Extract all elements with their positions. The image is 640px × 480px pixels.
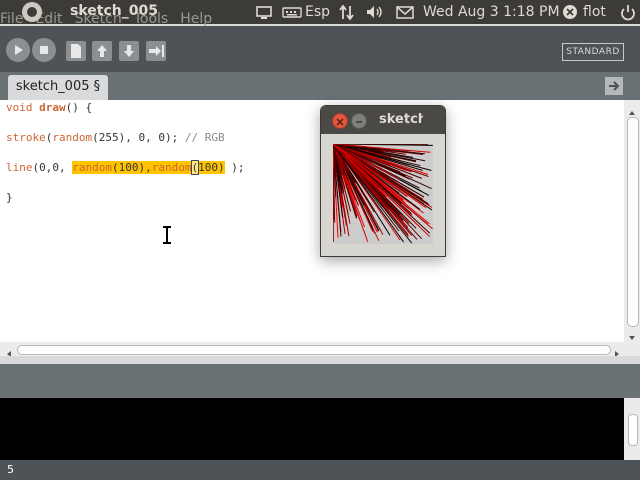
function-random: random [52, 131, 93, 144]
close-icon[interactable] [332, 113, 348, 129]
function-stroke: stroke [6, 131, 46, 144]
code-text: (255), 0, 0); [92, 131, 179, 144]
network-icon[interactable] [338, 3, 356, 21]
function-line: line [6, 161, 33, 174]
keyword-void: void [6, 101, 33, 114]
code-text: (0,0, [32, 161, 73, 174]
message-area [0, 364, 640, 398]
selected-random-1: random [72, 161, 112, 174]
code-comment: // RGB [184, 131, 225, 144]
menu-file[interactable]: File [0, 12, 23, 26]
selected-random-2: random [151, 161, 192, 174]
new-button[interactable] [66, 41, 86, 61]
user-status-icon[interactable] [561, 3, 579, 21]
keyboard-icon[interactable] [282, 3, 302, 21]
minimize-icon[interactable] [351, 113, 367, 129]
top-panel: File Edit Sketch Tools Help sketch_005 Esp W… [0, 0, 640, 26]
editor-horizontal-scroll-thumb[interactable] [17, 345, 611, 355]
power-icon[interactable] [619, 3, 637, 21]
tab-bar: sketch_005 § [0, 72, 640, 100]
tab-menu-arrow-icon[interactable] [605, 77, 623, 95]
code-line-4: } [6, 191, 13, 204]
clock[interactable]: Wed Aug 3 1:18 PM [423, 3, 560, 21]
console-scroll-thumb[interactable] [628, 414, 638, 446]
editor-vertical-scroll-thumb[interactable] [627, 117, 639, 327]
text-cursor-icon [161, 226, 173, 244]
code-editor[interactable]: void draw() { stroke(random(255), 0, 0);… [0, 100, 624, 342]
stop-button[interactable] [32, 38, 56, 62]
code-text: } [6, 191, 13, 204]
export-button[interactable] [146, 41, 166, 61]
save-button[interactable] [119, 41, 139, 61]
tab-sketch[interactable]: sketch_005 § [8, 75, 108, 100]
sketch-canvas[interactable] [332, 143, 433, 244]
sketch-window[interactable]: sketch_005 [320, 105, 446, 257]
mail-icon[interactable] [396, 3, 414, 21]
mode-selector[interactable]: STANDARD [562, 43, 624, 61]
window-title: sketch_005 [70, 3, 158, 19]
volume-icon[interactable] [365, 3, 385, 21]
code-text: () { [65, 101, 93, 114]
line-status-bar: 5 [0, 460, 640, 480]
keyboard-layout-indicator[interactable]: Esp [305, 3, 330, 21]
run-button[interactable] [6, 38, 30, 62]
scroll-up-icon[interactable] [627, 103, 637, 122]
toolbar: STANDARD [0, 26, 640, 72]
monitor-icon[interactable] [256, 3, 272, 21]
sketch-window-title: sketch_005 [379, 112, 423, 127]
function-draw: draw [39, 101, 66, 114]
line-number: 5 [7, 463, 14, 476]
ubuntu-logo-icon[interactable] [22, 2, 42, 22]
console-output[interactable] [0, 398, 624, 460]
code-line-2: stroke(random(255), 0, 0); // RGB [6, 131, 225, 144]
code-line-1: void draw() { [6, 101, 92, 114]
code-line-3: line(0,0, random(100),random(100) ); [6, 160, 245, 175]
code-text: ); [224, 161, 245, 174]
open-button[interactable] [92, 41, 112, 61]
splitter-grip[interactable] [0, 356, 640, 370]
menu-help[interactable]: Help [180, 12, 212, 26]
selected-arg-2: 100) [198, 161, 225, 174]
selected-arg-1: (100), [112, 161, 152, 174]
user-name[interactable]: flot [583, 3, 606, 21]
